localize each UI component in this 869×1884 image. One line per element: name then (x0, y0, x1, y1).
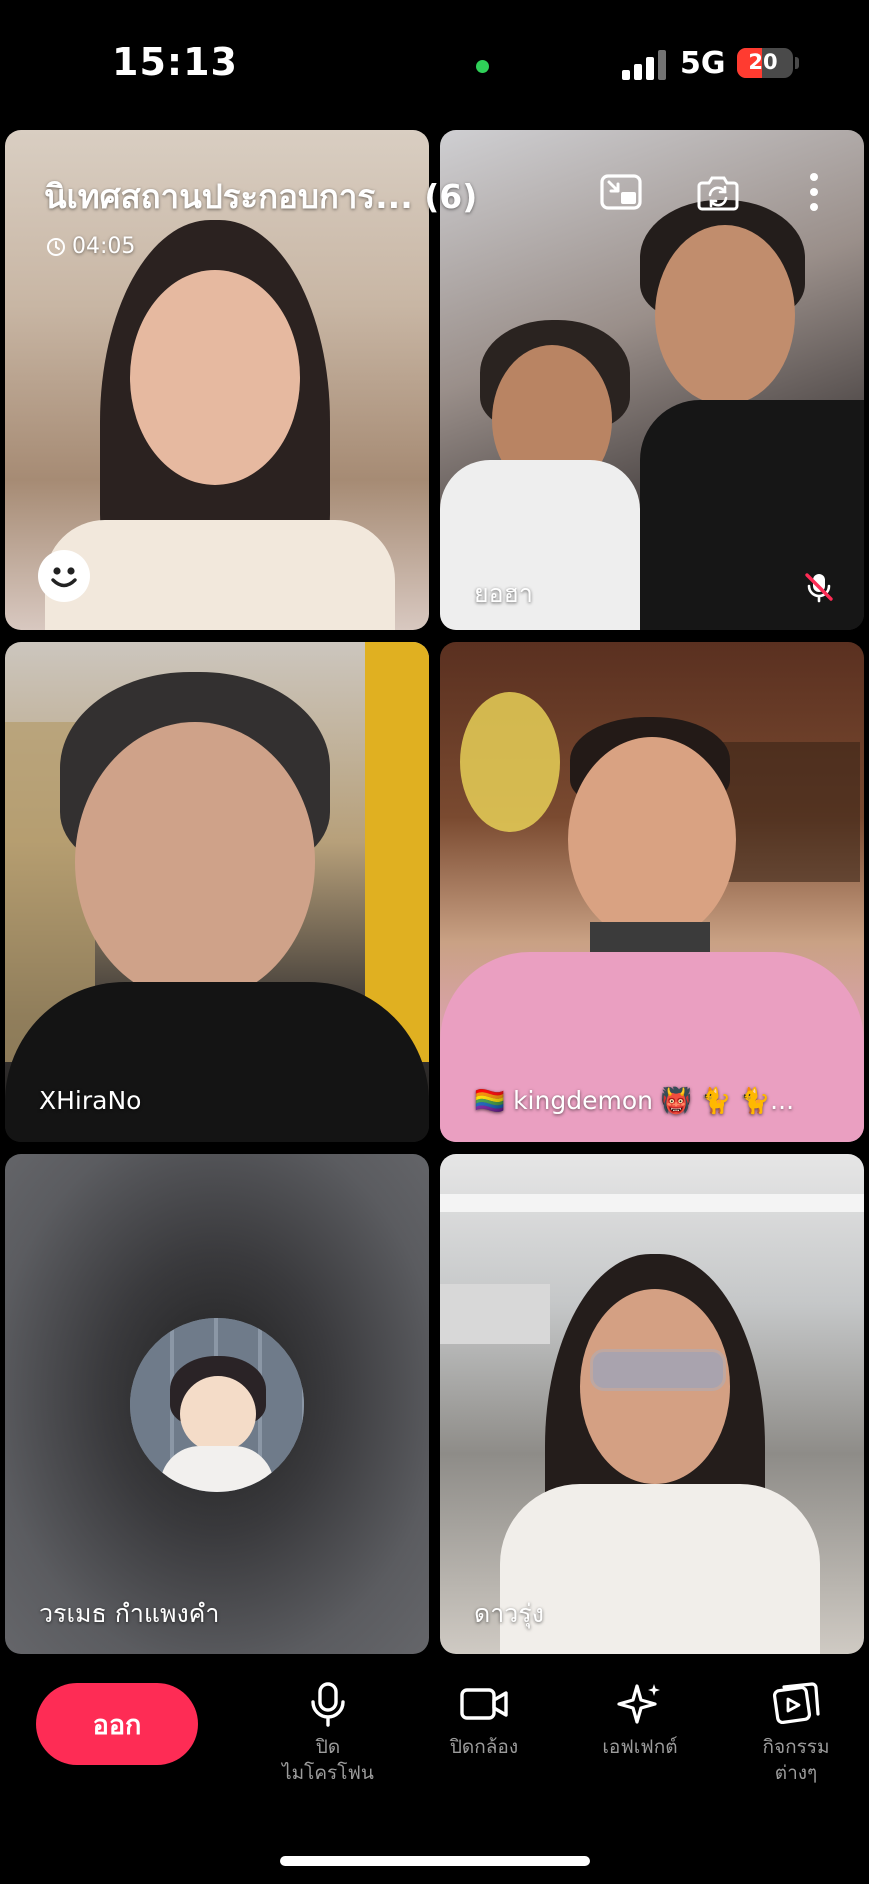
battery-icon: 20 (737, 48, 793, 78)
smiley-icon (51, 567, 77, 588)
participant-name: วรเมธ กำแพงคำ (39, 1599, 220, 1628)
participant-name: XHiraNo (39, 1086, 142, 1115)
participant-tile-6[interactable]: ดาวรุ่ง (440, 1154, 864, 1654)
effects-button[interactable]: เอฟเฟกต์ (570, 1680, 710, 1760)
camera-in-use-indicator (476, 60, 489, 73)
turn-off-camera-button[interactable]: ปิดกล้อง (414, 1680, 554, 1760)
status-bar: 15:13 5G 20 (0, 0, 869, 128)
activities-label: กิจกรรม ต่างๆ (762, 1736, 830, 1784)
flip-camera-icon[interactable] (694, 168, 742, 216)
network-type: 5G (680, 46, 726, 81)
participant-tile-4[interactable]: 🏳️‍🌈 kingdemon 👹 🐈 🐈... (440, 642, 864, 1142)
call-timer-value: 04:05 (72, 234, 136, 259)
turn-off-camera-label: ปิดกล้อง (449, 1736, 519, 1758)
clock-icon (47, 237, 65, 256)
minimize-window-icon[interactable] (597, 168, 645, 216)
call-timer: 04:05 (46, 234, 135, 259)
leave-call-button[interactable]: ออก (36, 1683, 198, 1765)
home-indicator[interactable] (280, 1856, 590, 1866)
mute-microphone-label: ปิด ไมโครโฟน (282, 1736, 374, 1784)
microphone-muted-icon (805, 573, 833, 603)
sparkle-icon (617, 1684, 660, 1724)
status-time: 15:13 (112, 40, 238, 84)
participant-name: ยอฮา (474, 579, 533, 608)
participant-tile-3[interactable]: XHiraNo (5, 642, 429, 1142)
call-title[interactable]: นิเทศสถานประกอบการ... (6) (44, 170, 477, 223)
activities-button[interactable]: กิจกรรม ต่างๆ (726, 1680, 866, 1786)
effects-label: เอฟเฟกต์ (602, 1736, 678, 1758)
participant-name: ดาวรุ่ง (474, 1599, 544, 1628)
video-camera-icon (460, 1688, 508, 1720)
activities-icon (772, 1682, 820, 1725)
reaction-button[interactable] (38, 550, 90, 602)
glasses (590, 1349, 726, 1391)
signal-icon (622, 50, 666, 80)
participant-name: 🏳️‍🌈 kingdemon 👹 🐈 🐈... (474, 1086, 795, 1115)
microphone-icon (311, 1682, 345, 1727)
more-options-icon[interactable] (790, 168, 838, 216)
battery-level: 20 (748, 50, 778, 74)
participant-face (130, 270, 300, 485)
mute-microphone-button[interactable]: ปิด ไมโครโฟน (258, 1680, 398, 1786)
participant-avatar (130, 1318, 304, 1492)
